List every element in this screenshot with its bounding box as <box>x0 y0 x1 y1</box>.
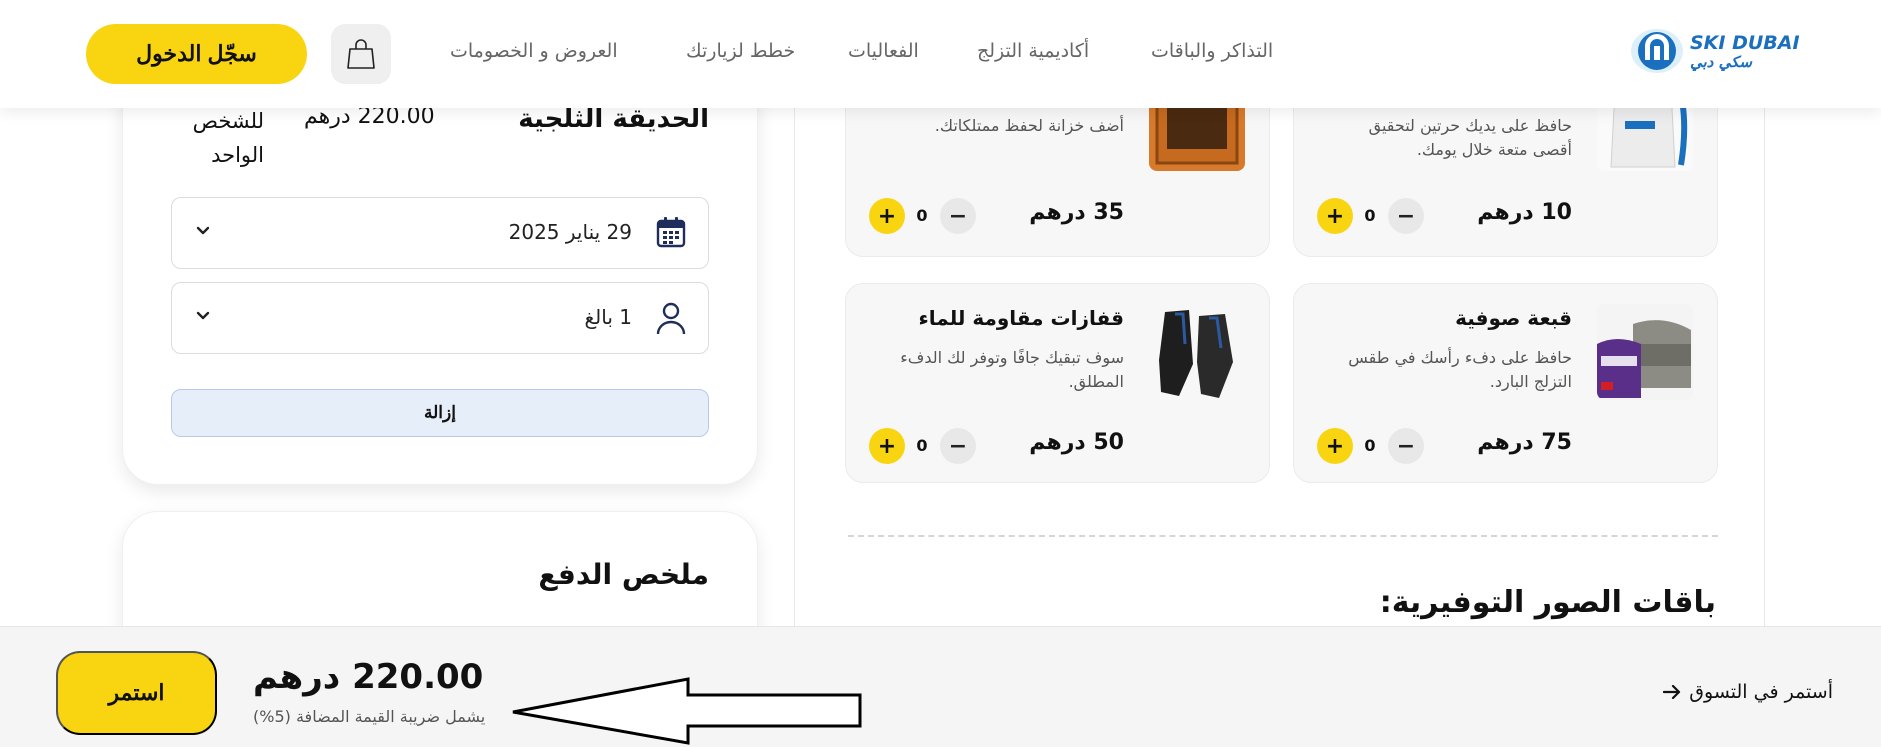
arrow-right-icon <box>1663 685 1681 699</box>
addon-image-gloves <box>1149 304 1245 400</box>
logo-mark-icon <box>1631 29 1683 73</box>
guests-value: 1 بالغ <box>584 305 633 329</box>
addon-desc: حافظ على يديك حرتين لتحقيق أقصى متعة خلا… <box>1368 116 1572 159</box>
addon-title: قفازات مقاومة للماء <box>918 306 1124 330</box>
addon-desc: سوف تبقيك جافًا وتوفر لك الدفء المطلق. <box>900 348 1124 391</box>
qty-value: 0 <box>1364 206 1376 225</box>
keep-shopping-link[interactable]: أستمر في التسوق <box>1663 681 1833 703</box>
nav-item-offers[interactable]: العروض و الخصومات <box>450 40 618 70</box>
annotation-arrow-icon <box>512 677 862 745</box>
shopping-bag-icon <box>347 39 375 69</box>
guests-select[interactable]: 1 بالغ <box>171 282 709 354</box>
continue-button[interactable]: استمر <box>56 651 217 735</box>
decrease-qty-button[interactable]: − <box>940 198 976 234</box>
vat-note: يشمل ضريبة القيمة المضافة (5%) <box>253 707 486 726</box>
site-header: سجّل الدخول العروض و الخصومات خطط لزيارت… <box>0 0 1881 108</box>
increase-qty-button[interactable]: + <box>1317 198 1353 234</box>
nav-item-plan-visit[interactable]: خطط لزيارتك <box>686 40 795 70</box>
addon-price: 50 درهم <box>1029 430 1124 455</box>
addon-price: 10 درهم <box>1477 200 1572 225</box>
checkout-footer: استمر 220.00 درهم يشمل ضريبة القيمة المض… <box>0 626 1881 747</box>
ski-dubai-logo[interactable]: SKI DUBAI سكي دبي <box>1628 24 1804 78</box>
nav-item-tickets[interactable]: التذاكر والباقات <box>1151 40 1273 70</box>
increase-qty-button[interactable]: + <box>869 428 905 464</box>
addon-card-wool-hat: قبعة صوفية حافظ على دفء رأسك في طقس التز… <box>1293 283 1718 483</box>
photo-packages-title: باقات الصور التوفيرية: <box>1379 585 1716 620</box>
addon-image-wool-hat <box>1597 304 1693 400</box>
logo-text-en: SKI DUBAI <box>1690 32 1800 54</box>
date-select[interactable]: 29 يناير 2025 <box>171 197 709 269</box>
nav-item-events[interactable]: الفعاليات <box>848 40 919 70</box>
decrease-qty-button[interactable]: − <box>1388 198 1424 234</box>
chevron-down-icon[interactable] <box>196 222 210 241</box>
qty-value: 0 <box>916 436 928 455</box>
date-value: 29 يناير 2025 <box>508 220 632 244</box>
nav-item-ski-academy[interactable]: أكاديمية التزلج <box>977 40 1089 70</box>
increase-qty-button[interactable]: + <box>869 198 905 234</box>
decrease-qty-button[interactable]: − <box>1388 428 1424 464</box>
addon-title: قبعة صوفية <box>1455 306 1572 330</box>
total-amount: 220.00 درهم <box>253 657 484 697</box>
addon-price: 75 درهم <box>1477 430 1572 455</box>
payment-summary-title: ملخص الدفع <box>538 558 709 591</box>
column-divider <box>794 108 795 628</box>
addon-desc: حافظ على دفء رأسك في طقس التزلج البارد. <box>1348 348 1572 391</box>
chevron-down-icon[interactable] <box>196 307 210 326</box>
booking-title: الحديقة الثلجية <box>518 104 709 134</box>
calendar-icon <box>656 216 686 252</box>
remove-button[interactable]: إزالة <box>171 389 709 437</box>
keep-shopping-label: أستمر في التسوق <box>1689 681 1833 703</box>
section-divider <box>848 535 1718 537</box>
logo-text-ar: سكي دبي <box>1690 53 1752 71</box>
increase-qty-button[interactable]: + <box>1317 428 1353 464</box>
qty-value: 0 <box>916 206 928 225</box>
cart-button[interactable] <box>331 24 391 84</box>
addon-price: 35 درهم <box>1029 200 1124 225</box>
column-divider <box>1764 108 1765 628</box>
user-icon <box>656 301 686 339</box>
qty-value: 0 <box>1364 436 1376 455</box>
login-button[interactable]: سجّل الدخول <box>86 24 307 84</box>
decrease-qty-button[interactable]: − <box>940 428 976 464</box>
booking-per-person: للشخص الواحد <box>192 109 264 167</box>
addon-desc: أضف خزانة لحفظ ممتلكاتك. <box>934 116 1124 135</box>
addon-card-gloves: قفازات مقاومة للماء سوف تبقيك جافًا وتوف… <box>845 283 1270 483</box>
